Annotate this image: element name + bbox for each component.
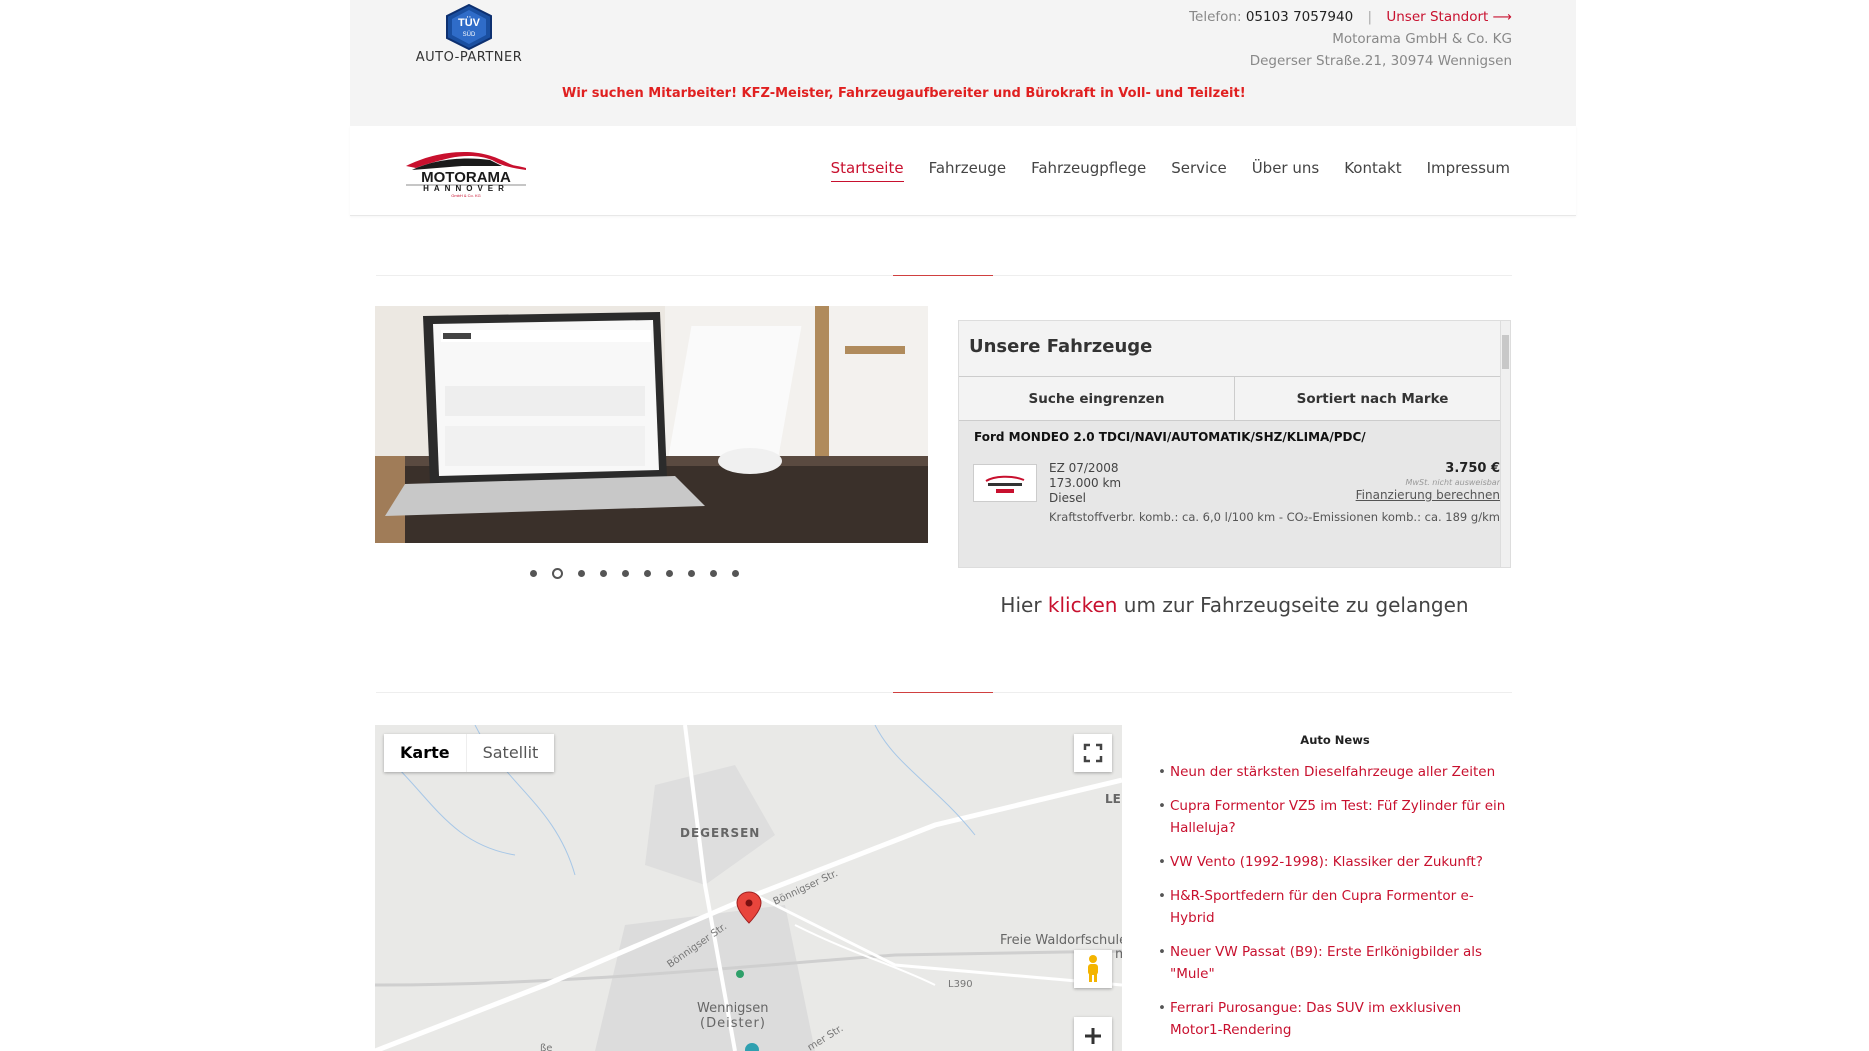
- main-navigation: MOTORAMA HANNOVER GmbH & Co. KG Startsei…: [350, 126, 1576, 216]
- phone-label: Telefon:: [1189, 9, 1242, 25]
- map-canvas[interactable]: DEGERSEN Wennigsen (Deister) Freie Waldo…: [375, 725, 1122, 1051]
- pegman-icon: [1088, 955, 1098, 982]
- slider-dots: [530, 568, 739, 579]
- tuv-mark: TÜV: [458, 16, 481, 29]
- slider-dot[interactable]: [666, 570, 673, 577]
- slider-dot[interactable]: [644, 570, 651, 577]
- cta-before: Hier: [1000, 593, 1048, 617]
- vehicle-km: 173.000 km: [1049, 476, 1122, 490]
- nav-item-service[interactable]: Service: [1171, 159, 1226, 182]
- nav-item-ueber-uns[interactable]: Über uns: [1252, 159, 1320, 182]
- vehicle-row[interactable]: EZ 07/2008 173.000 km Diesel 3.750 € MwS…: [959, 444, 1510, 514]
- news-item[interactable]: Neun der stärksten Dieselfahrzeuge aller…: [1158, 761, 1512, 783]
- news-item[interactable]: Cupra Formentor VZ5 im Test: Füf Zylinde…: [1158, 795, 1512, 839]
- location-link[interactable]: Unser Standort ⟶: [1386, 9, 1512, 25]
- vehicle-widget-scrollbar[interactable]: [1500, 321, 1510, 567]
- map-type-satellit[interactable]: Satellit: [467, 734, 555, 772]
- vehicle-widget: Unsere Fahrzeuge Suche eingrenzen Sortie…: [958, 320, 1511, 568]
- vehicle-thumbnail[interactable]: [973, 464, 1037, 502]
- slider-dot[interactable]: [710, 570, 717, 577]
- phone-number[interactable]: 05103 7057940: [1246, 9, 1353, 25]
- nav-item-impressum[interactable]: Impressum: [1427, 159, 1510, 182]
- vehicle-price-block: 3.750 € MwSt. nicht ausweisbar Finanzier…: [1356, 461, 1500, 502]
- cta-after: um zur Fahrzeugseite zu gelangen: [1117, 593, 1469, 617]
- news-item[interactable]: H&R-Sportfedern für den Cupra Formentor …: [1158, 885, 1512, 929]
- fullscreen-icon: [1083, 743, 1103, 763]
- map-type-karte[interactable]: Karte: [384, 734, 467, 772]
- finance-link[interactable]: Finanzierung berechnen: [1356, 488, 1500, 502]
- tuv-logo-icon: TÜV SÜD: [446, 4, 492, 50]
- slider-dot[interactable]: [688, 570, 695, 577]
- job-announcement[interactable]: Wir suchen Mitarbeiter! KFZ-Meister, Fah…: [562, 86, 1246, 101]
- motorama-logo[interactable]: MOTORAMA HANNOVER GmbH & Co. KG: [402, 146, 530, 198]
- vat-note: MwSt. nicht ausweisbar: [1405, 478, 1500, 487]
- filter-tab[interactable]: Suche eingrenzen: [959, 377, 1234, 420]
- nav-item-fahrzeugpflege[interactable]: Fahrzeugpflege: [1031, 159, 1146, 182]
- logo-city: HANNOVER: [423, 184, 509, 193]
- map-label-school-cut: m: [1115, 947, 1122, 962]
- map-label-edge2: ße: [540, 1043, 552, 1051]
- vehicle-fuel: Diesel: [1049, 491, 1086, 505]
- map-label-l390: L390: [948, 979, 973, 990]
- street-view-button[interactable]: [1074, 950, 1112, 988]
- vehicle-widget-tabs: Suche eingrenzen Sortiert nach Marke: [959, 377, 1510, 421]
- tuv-sub: SÜD: [463, 31, 476, 38]
- nav-menu: Startseite Fahrzeuge Fahrzeugpflege Serv…: [806, 159, 1510, 182]
- plus-icon: [1085, 1028, 1101, 1044]
- map-label-deister: (Deister): [700, 1016, 766, 1031]
- zoom-in-button[interactable]: [1074, 1017, 1112, 1051]
- nav-item-fahrzeuge[interactable]: Fahrzeuge: [929, 159, 1006, 182]
- map-label-school: Freie Waldorfschule: [1000, 933, 1122, 948]
- nav-item-startseite[interactable]: Startseite: [830, 159, 904, 182]
- vehicle-title[interactable]: Ford MONDEO 2.0 TDCI/NAVI/AUTOMATIK/SHZ/…: [959, 421, 1510, 444]
- top-info-bar: TÜV SÜD AUTO-PARTNER Telefon: 05103 7057…: [350, 0, 1576, 126]
- vehicle-specs: EZ 07/2008 173.000 km Diesel: [1049, 461, 1121, 506]
- tuv-caption: AUTO-PARTNER: [415, 50, 523, 65]
- map-label-degersen: DEGERSEN: [680, 826, 760, 840]
- contact-block: Telefon: 05103 7057940 | Unser Standort …: [1189, 6, 1512, 72]
- company-address: Degerser Straße.21, 30974 Wennigsen: [1249, 53, 1512, 69]
- contact-separator: |: [1367, 9, 1373, 25]
- sort-tab[interactable]: Sortiert nach Marke: [1234, 377, 1510, 420]
- map-label-edge: LE: [1105, 792, 1121, 806]
- nav-item-kontakt[interactable]: Kontakt: [1344, 159, 1401, 182]
- map-label-wennigsen: Wennigsen: [697, 1001, 768, 1016]
- news-item[interactable]: VW Vento (1992-1998): Klassiker der Zuku…: [1158, 851, 1512, 873]
- slider-dot[interactable]: [600, 570, 607, 577]
- news-item[interactable]: Ferrari Purosangue: Das SUV im exklusive…: [1158, 997, 1512, 1041]
- logo-sub: GmbH & Co. KG: [451, 193, 481, 198]
- slider-dot[interactable]: [622, 570, 629, 577]
- tuv-badge: TÜV SÜD AUTO-PARTNER: [413, 4, 525, 66]
- news-list: Neun der stärksten Dieselfahrzeuge aller…: [1158, 761, 1512, 1041]
- slider-dot[interactable]: [578, 570, 585, 577]
- news-item[interactable]: Neuer VW Passat (B9): Erste Erlkönigbild…: [1158, 941, 1512, 985]
- slider-dot[interactable]: [530, 570, 537, 577]
- vehicle-widget-title: Unsere Fahrzeuge: [959, 321, 1510, 377]
- cta-link[interactable]: klicken: [1048, 593, 1118, 617]
- auto-news-title: Auto News: [1300, 733, 1370, 747]
- map-type-control: Karte Satellit: [384, 734, 555, 772]
- vehicle-ez: EZ 07/2008: [1049, 461, 1119, 475]
- vehicle-price: 3.750 €: [1445, 461, 1500, 476]
- vehicle-placeholder-icon: [985, 475, 1025, 493]
- slider-dot-active[interactable]: [552, 568, 563, 579]
- auto-news: Auto News Neun der stärksten Dieselfahrz…: [1158, 733, 1512, 1051]
- slider-image[interactable]: [375, 306, 928, 543]
- company-name: Motorama GmbH & Co. KG: [1332, 31, 1512, 47]
- section-divider: [376, 692, 1512, 693]
- vehicle-page-cta: Hier klicken um zur Fahrzeugseite zu gel…: [958, 593, 1511, 617]
- google-map[interactable]: DEGERSEN Wennigsen (Deister) Freie Waldo…: [375, 725, 1122, 1051]
- fullscreen-button[interactable]: [1074, 734, 1112, 772]
- page: TÜV SÜD AUTO-PARTNER Telefon: 05103 7057…: [0, 0, 1869, 1051]
- section-divider: [376, 275, 1512, 276]
- laptop-photo: [375, 306, 928, 543]
- slider-dot[interactable]: [732, 570, 739, 577]
